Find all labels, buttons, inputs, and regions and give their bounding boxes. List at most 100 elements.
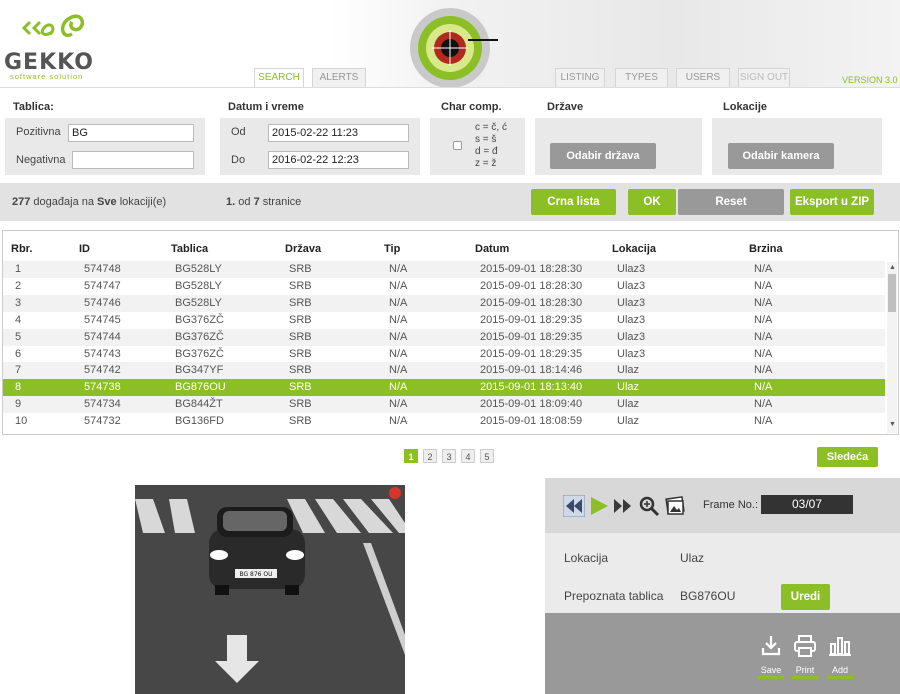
- table-row[interactable]: 3 574746 BG528LY SRB N/A 2015-09-01 18:28:30 U…: [3, 294, 885, 312]
- table-cell: 2015-09-01 18:29:35: [480, 347, 583, 360]
- tab-search[interactable]: SEARCH: [254, 68, 304, 87]
- tab-types[interactable]: TYPES: [615, 68, 668, 87]
- tab-users[interactable]: USERS: [676, 68, 730, 87]
- gallery-icon[interactable]: [664, 495, 686, 517]
- tab-sign-out[interactable]: SIGN OUT: [738, 68, 790, 87]
- table-cell: N/A: [389, 313, 408, 326]
- scroll-up-icon[interactable]: ▲: [889, 264, 896, 271]
- table-cell: 2015-09-01 18:08:59: [480, 415, 583, 428]
- tab-alerts[interactable]: ALERTS: [312, 68, 366, 87]
- uredi-button[interactable]: Uredi: [781, 584, 830, 610]
- column-header[interactable]: ID: [79, 243, 90, 255]
- table-row[interactable]: 8 574738 BG876OU SRB N/A 2015-09-01 18:13:40 U…: [3, 379, 885, 397]
- table-row[interactable]: 1 574748 BG528LY SRB N/A 2015-09-01 18:28:30 U…: [3, 261, 885, 278]
- table-cell: 574745: [84, 313, 121, 326]
- table-row[interactable]: 4 574745 BG376ZČ SRB N/A 2015-09-01 18:29:35 U…: [3, 312, 885, 329]
- negativna-label: Negativna: [16, 154, 66, 166]
- table-cell: 574738: [84, 381, 121, 394]
- page-link-1[interactable]: 1: [404, 449, 418, 463]
- table-cell: N/A: [389, 279, 408, 292]
- crna-lista-button[interactable]: Crna lista: [531, 189, 616, 215]
- table-cell: 2015-09-01 18:28:30: [480, 279, 583, 292]
- table-scrollbar[interactable]: [887, 262, 897, 433]
- tab-listing[interactable]: LISTING: [555, 68, 605, 87]
- play-icon[interactable]: [588, 495, 610, 517]
- do-date-input[interactable]: 2016-02-22 12:23: [268, 151, 409, 169]
- next-page-button[interactable]: Sledeća: [817, 447, 878, 467]
- table-cell: SRB: [289, 296, 312, 309]
- table-row[interactable]: 7 574742 BG347YF SRB N/A 2015-09-01 18:14:46 U…: [3, 362, 885, 380]
- column-header[interactable]: Tablica: [171, 243, 208, 255]
- table-cell: Ulaz: [617, 398, 640, 411]
- tablica-title: Tablica:: [13, 101, 54, 113]
- add-chart-icon[interactable]: [828, 634, 852, 658]
- page-link-3[interactable]: 3: [442, 449, 456, 463]
- table-row[interactable]: 2 574747 BG528LY SRB N/A 2015-09-01 18:28:30 U…: [3, 278, 885, 295]
- lokacija-value: Ulaz: [680, 551, 705, 565]
- table-cell: BG528LY: [175, 263, 222, 275]
- table-row[interactable]: 10 574732 BG136FD SRB N/A 2015-09-01 18:08:59…: [3, 413, 885, 430]
- column-header[interactable]: Država: [285, 243, 321, 255]
- column-header[interactable]: Lokacija: [612, 243, 656, 255]
- fast-forward-icon[interactable]: [612, 495, 634, 517]
- scroll-down-icon[interactable]: ▼: [889, 421, 896, 428]
- table-cell: N/A: [389, 330, 408, 343]
- column-header[interactable]: Tip: [384, 243, 400, 255]
- add-label[interactable]: Add: [825, 665, 855, 675]
- tablica-value: BG876OU: [680, 589, 736, 603]
- table-cell: 8: [15, 381, 22, 394]
- page-link-5[interactable]: 5: [480, 449, 494, 463]
- print-underline: [792, 676, 818, 679]
- odabir-kamera-button[interactable]: Odabir kamera: [728, 143, 834, 169]
- table-cell: BG528LY: [175, 279, 222, 292]
- table-cell: 4: [15, 313, 22, 326]
- table-cell: SRB: [289, 398, 312, 411]
- table-cell: Ulaz3: [617, 279, 646, 292]
- table-cell: 7: [15, 364, 22, 377]
- camera-snapshot: BG 876 OU: [135, 485, 405, 694]
- reset-button[interactable]: Reset: [678, 189, 784, 215]
- odabir-drzava-button[interactable]: Odabir država: [550, 143, 656, 169]
- table-cell: BG376ZČ: [175, 313, 224, 326]
- save-underline: [758, 676, 784, 679]
- table-cell: SRB: [289, 313, 312, 326]
- page-link-2[interactable]: 2: [423, 449, 437, 463]
- table-row[interactable]: 9 574734 BG844ŽT SRB N/A 2015-09-01 18:09:40 U…: [3, 396, 885, 414]
- event-count-text: 277 događaja na Sve lokaciji(e): [12, 196, 167, 208]
- zoom-icon[interactable]: [638, 495, 660, 517]
- lokacija-label: Lokacija: [564, 551, 609, 565]
- charcomp-title: Char comp.: [441, 101, 502, 113]
- table-cell: 2015-09-01 18:14:46: [480, 364, 583, 377]
- print-icon[interactable]: [793, 634, 817, 658]
- column-header[interactable]: Brzina: [749, 243, 783, 255]
- ok-button[interactable]: OK: [628, 189, 676, 215]
- table-cell: SRB: [289, 263, 312, 275]
- table-cell: Ulaz: [617, 364, 640, 377]
- page-link-4[interactable]: 4: [461, 449, 475, 463]
- table-cell: N/A: [754, 381, 773, 394]
- table-cell: N/A: [754, 279, 773, 292]
- gekko-logo-icon: [22, 14, 85, 38]
- od-date-input[interactable]: 2015-02-22 11:23: [268, 124, 409, 142]
- charcomp-line: s = š: [475, 134, 497, 145]
- save-label[interactable]: Save: [756, 665, 786, 675]
- rewind-icon[interactable]: [563, 495, 585, 517]
- pozitivna-input[interactable]: BG: [68, 124, 194, 142]
- table-cell: 574744: [84, 330, 121, 343]
- save-icon[interactable]: [760, 634, 782, 658]
- table-cell: N/A: [754, 330, 773, 343]
- column-header[interactable]: Datum: [475, 243, 509, 255]
- print-label[interactable]: Print: [790, 665, 820, 675]
- negativna-input[interactable]: [72, 151, 194, 169]
- table-cell: SRB: [289, 347, 312, 360]
- table-row[interactable]: 6 574743 BG376ZČ SRB N/A 2015-09-01 18:29:35 U…: [3, 346, 885, 363]
- table-row[interactable]: 5 574744 BG376ZČ SRB N/A 2015-09-01 18:29:35 U…: [3, 328, 885, 346]
- table-cell: 1: [15, 263, 22, 275]
- scrollbar-thumb[interactable]: [888, 274, 896, 312]
- table-cell: 2: [15, 279, 22, 292]
- charcomp-checkbox[interactable]: [453, 141, 462, 150]
- eksport-zip-button[interactable]: Eksport u ZIP: [790, 189, 874, 215]
- table-cell: BG528LY: [175, 296, 222, 309]
- frame-number-display: 03/07: [761, 495, 853, 514]
- column-header[interactable]: Rbr.: [11, 243, 32, 255]
